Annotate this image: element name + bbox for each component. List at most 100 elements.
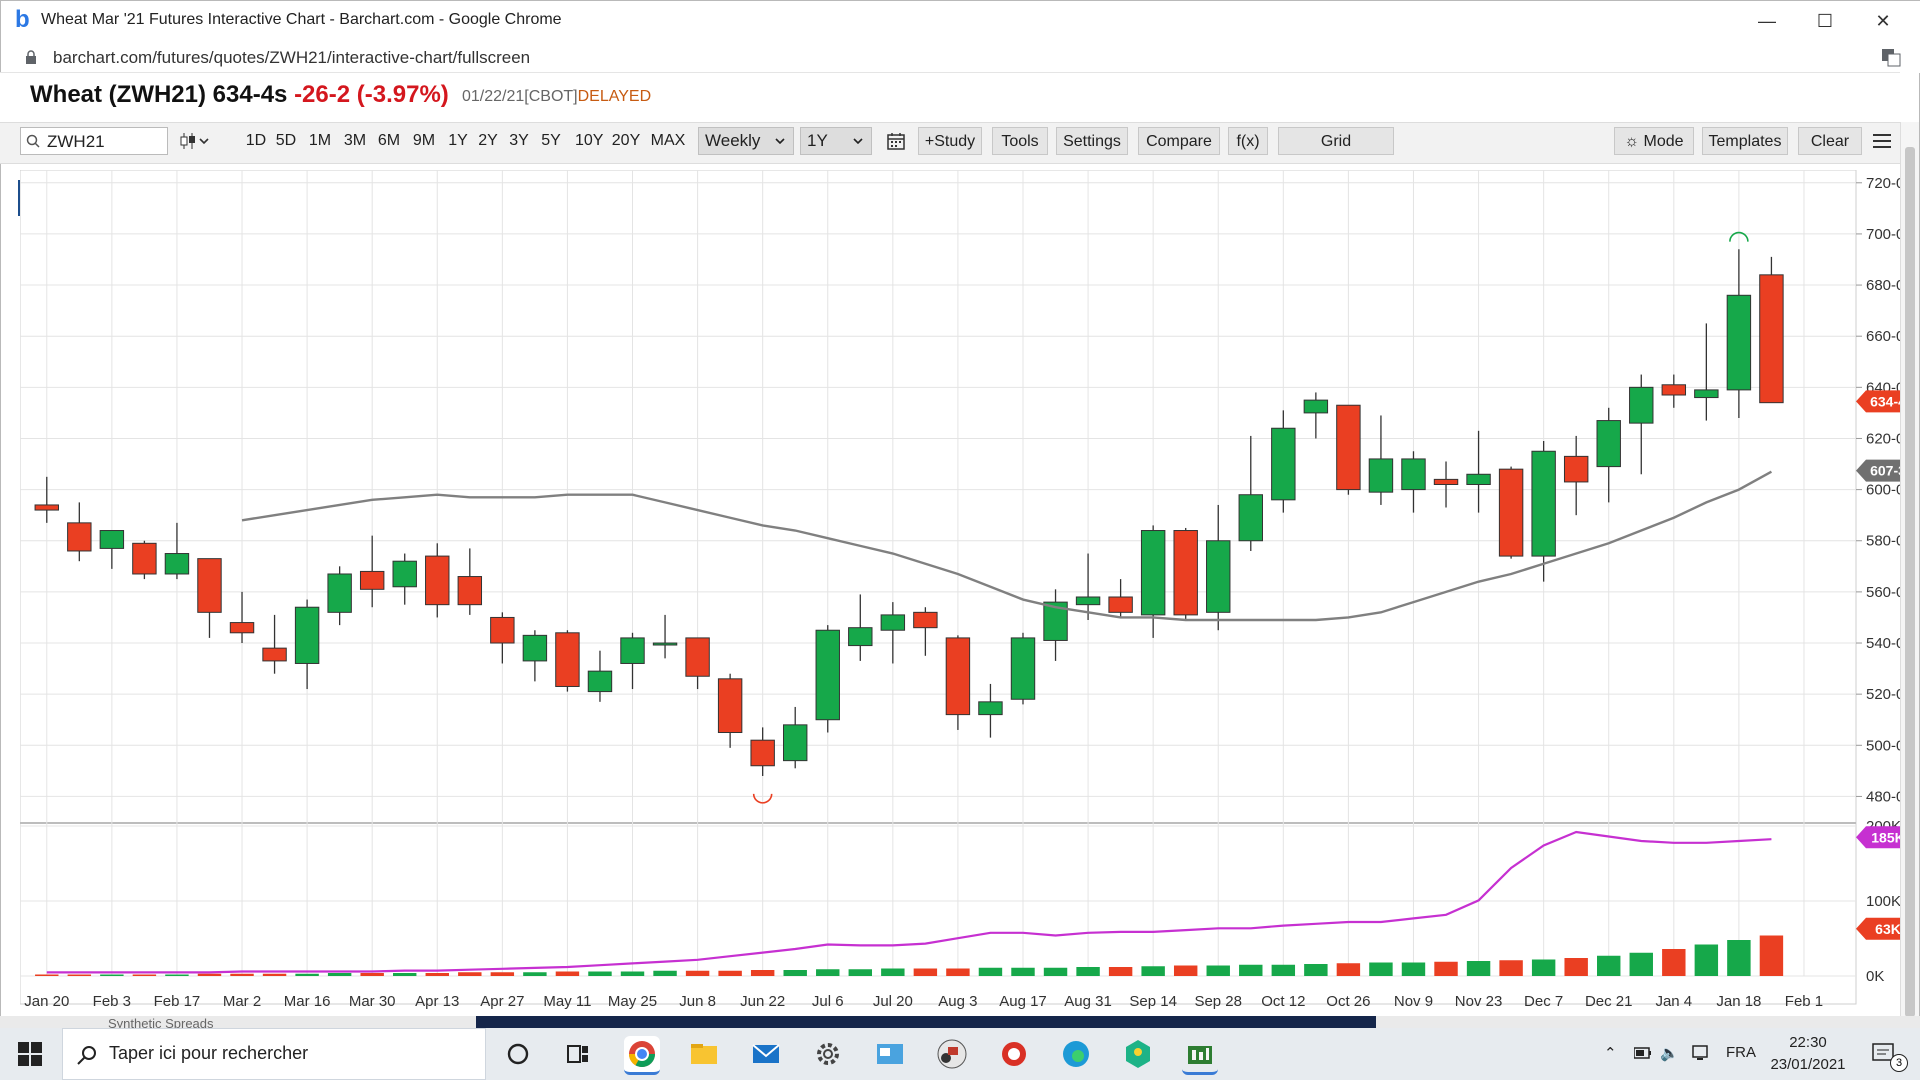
candle-body [425,555,450,606]
volume-tick-label: 100K [1866,893,1900,910]
period-9m-button[interactable]: 9M [410,127,438,155]
candle-body [522,634,548,662]
task-view-icon[interactable] [566,1042,590,1066]
volume-bar [1662,949,1686,976]
grid-button[interactable]: Grid [1278,127,1394,155]
range-select[interactable]: 1Y [800,127,872,155]
volume-bar [132,974,157,976]
volume-bar [620,971,645,976]
x-tick-label: Feb 1 [1785,993,1823,1010]
volume-bar [1239,964,1263,976]
symbol-input[interactable]: ZWH21 [20,127,168,155]
volume-bar [197,973,222,976]
plot-frame [19,169,1857,1005]
control-panel-icon[interactable] [872,1036,908,1072]
file-explorer-icon[interactable] [686,1036,722,1072]
candle-body [652,642,678,646]
period-max-button[interactable]: MAX [648,127,688,155]
price-tick-label: 520-0 [1866,686,1900,703]
volume-bar [295,973,319,976]
candle-body [164,553,190,575]
network-icon[interactable] [1692,1044,1712,1062]
windows-start-icon[interactable] [18,1042,42,1066]
clear-button[interactable]: Clear [1798,127,1862,155]
url-text[interactable]: barchart.com/futures/quotes/ZWH21/intera… [53,48,530,68]
maximize-button[interactable]: ☐ [1805,7,1845,35]
minimize-button[interactable]: — [1747,7,1787,35]
tools-button[interactable]: Tools [992,127,1048,155]
price-chart[interactable]: Jan 20 Feb 3 Feb 17 Mar 2 Mar 16 Mar 30 Apr 13… [19,169,1916,1022]
settings-gear-icon[interactable] [810,1036,846,1072]
trading-app-icon[interactable] [1182,1036,1218,1075]
x-tick-label: Aug 17 [999,993,1047,1010]
edge-icon[interactable] [1058,1036,1094,1072]
chrome-taskbar-icon[interactable] [624,1036,660,1075]
study-button[interactable]: +Study [918,127,982,155]
settings-button[interactable]: Settings [1056,127,1128,155]
scroll-thumb[interactable] [1905,147,1915,1017]
candle-body [978,701,1003,716]
volume-bar [1466,961,1491,976]
price-tick-label: 680-0 [1866,277,1900,294]
candle-body [457,576,483,606]
volume-bar [1011,967,1035,976]
period-1d-button[interactable]: 1D [244,127,268,155]
chart-area[interactable]: Jan 20 Feb 3 Feb 17 Mar 2 Mar 16 Mar 30 Apr 13… [19,169,1916,1022]
volume-icon[interactable]: 🔈 [1660,1044,1679,1062]
dark-banner [476,1016,1376,1028]
open-interest-value-label: 185K [1871,829,1900,845]
candle-body [262,647,287,662]
x-tick-label: Oct 26 [1326,993,1370,1010]
period-5d-button[interactable]: 5D [272,127,300,155]
x-tick-label: Jul 20 [873,993,913,1010]
candle-body [913,611,938,629]
address-bar[interactable]: barchart.com/futures/quotes/ZWH21/intera… [1,41,1920,73]
price-tick-label: 540-0 [1866,635,1900,652]
volume-bar [750,970,775,976]
last-price-label: 634-4 [1870,393,1900,409]
period-3m-button[interactable]: 3M [341,127,369,155]
tractor-game-icon[interactable] [934,1036,970,1072]
period-1m-button[interactable]: 1M [306,127,334,155]
function-button[interactable]: f(x) [1228,127,1268,155]
period-10y-button[interactable]: 10Y [575,127,603,155]
x-tick-label: Dec 21 [1585,993,1633,1010]
interval-select[interactable]: Weekly [698,127,794,155]
cortana-icon[interactable] [506,1042,530,1066]
menu-button[interactable] [1870,127,1894,155]
maps-icon[interactable] [1120,1036,1156,1072]
candle-body [1531,450,1556,557]
price-tick-label: 620-0 [1866,430,1900,447]
compare-button[interactable]: Compare [1138,127,1220,155]
chevron-up-icon[interactable]: ⌃ [1604,1044,1617,1062]
period-20y-button[interactable]: 20Y [610,127,642,155]
period-6m-button[interactable]: 6M [375,127,403,155]
window-title: Wheat Mar '21 Futures Interactive Chart … [41,11,562,28]
recorder-icon[interactable] [996,1036,1032,1072]
period-1y-button[interactable]: 1Y [446,127,470,155]
close-button[interactable]: ✕ [1863,7,1903,35]
quote-title: Wheat (ZWH21) 634-4s [30,81,288,108]
lock-icon [26,50,36,64]
volume-bar [393,973,417,976]
period-2y-button[interactable]: 2Y [476,127,500,155]
templates-button[interactable]: Templates [1702,127,1788,155]
taskbar-search[interactable]: Taper ici pour rechercher [62,1028,486,1080]
language-indicator[interactable]: FRA [1726,1044,1756,1061]
vertical-scrollbar[interactable] [1900,122,1919,1022]
volume-bar [1369,962,1393,976]
calendar-button[interactable] [882,127,910,155]
volume-bar [360,973,384,976]
volume-bar [1499,960,1523,976]
candle-body [880,614,906,631]
mail-icon[interactable] [748,1036,784,1072]
period-5y-button[interactable]: 5Y [539,127,563,155]
clock[interactable]: 22:30 23/01/2021 [1760,1032,1856,1076]
price-tick-label: 480-0 [1866,788,1900,805]
x-tick-label: May 11 [543,993,591,1010]
mode-button[interactable]: ☼ Mode [1614,127,1694,155]
battery-icon[interactable] [1634,1047,1652,1059]
chart-type-button[interactable] [178,127,214,155]
translate-icon[interactable] [1881,47,1901,67]
period-3y-button[interactable]: 3Y [507,127,531,155]
